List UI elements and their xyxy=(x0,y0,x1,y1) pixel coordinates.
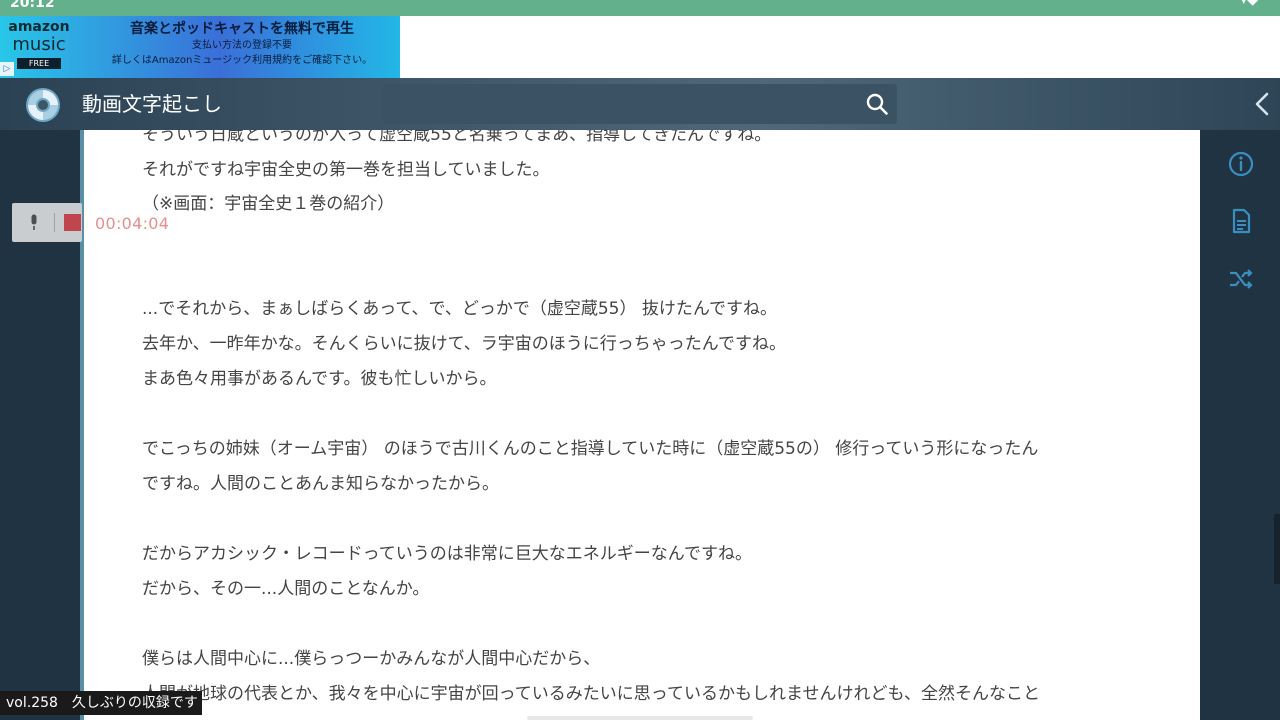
video-caption: vol.258 久しぶりの収録です xyxy=(0,691,202,715)
transcript-line: だからアカシック・レコードっていうのは非常に巨大なエネルギーなんですね。 xyxy=(142,544,752,564)
ad-headline: 音楽とポッドキャストを無料で再生 xyxy=(130,21,354,37)
transcript-line: だから、その一...人間のことなんか。 xyxy=(142,579,430,599)
home-indicator[interactable] xyxy=(527,716,753,720)
recorder-divider xyxy=(54,213,55,232)
transcript-line: でこっちの姉妹（オーム宇宙） のほうで古川くんのこと指導していた時に（虚空蔵55… xyxy=(142,439,1039,459)
stop-icon[interactable] xyxy=(64,214,81,231)
recorder-controls xyxy=(12,203,82,242)
app-bar: 動画文字起こし xyxy=(0,78,1280,130)
document-icon[interactable] xyxy=(1228,208,1254,234)
ad-subtext: 支払い方法の登録不要 xyxy=(192,40,292,51)
transcript-line: まあ色々用事があるんです。彼も忙しいから。 xyxy=(142,369,497,389)
transcript-line: 人間が地球の代表とか、我々を中心に宇宙が回っているみたいに思っているかもしれませ… xyxy=(142,684,1040,704)
scrollbar-thumb[interactable] xyxy=(1274,514,1280,584)
ad-banner[interactable]: amazon music FREE 音楽とポッドキャストを無料で再生 支払い方法… xyxy=(0,16,400,78)
search-icon[interactable] xyxy=(865,92,889,116)
ad-footer: 詳しくはAmazonミュージック利用規約をご確認下さい。 xyxy=(111,55,373,66)
transcript-line: ですね。人間のことあんま知らなかったから。 xyxy=(142,474,499,494)
ad-text: 音楽とポッドキャストを無料で再生 支払い方法の登録不要 詳しくはAmazonミュ… xyxy=(92,20,392,68)
shuffle-icon[interactable] xyxy=(1228,266,1254,292)
right-toolbar xyxy=(1200,130,1280,720)
mic-icon[interactable] xyxy=(28,214,40,231)
search-input[interactable] xyxy=(383,84,897,124)
chevron-left-icon[interactable] xyxy=(1252,90,1274,118)
ad-brand-line1: amazon xyxy=(8,19,70,35)
transcript-line: ...でそれから、まぁしばらくあって、で、どっかで（虚空蔵55） 抜けたんですね… xyxy=(142,299,778,319)
info-icon[interactable] xyxy=(1228,151,1254,177)
ad-choices-icon[interactable]: ▷ xyxy=(0,62,14,76)
app-logo-icon xyxy=(26,88,60,122)
transcript-line: 去年か、一昨年かな。そんくらいに抜けて、ラ宇宙のほうに行っちゃったんですね。 xyxy=(142,334,786,354)
status-time: 20:12 xyxy=(10,0,55,11)
recording-time: 00:04:04 xyxy=(95,214,170,233)
app-title: 動画文字起こし xyxy=(82,92,222,116)
system-status-icons: ▾◆ xyxy=(1240,0,1258,8)
ad-brand-badge: FREE xyxy=(17,58,61,69)
transcript-line: 僕らは人間中心に...僕らっつーかみんなが人間中心だから、 xyxy=(142,649,601,669)
transcript-line: （※画面：宇宙全史１巻の紹介） xyxy=(142,194,395,214)
transcript-panel[interactable]: そういう日蔵というのが入って虚空蔵55と名乗ってまあ、指導してきたんですね。 そ… xyxy=(84,130,1200,720)
transcript-line: そういう日蔵というのが入って虚空蔵55と名乗ってまあ、指導してきたんですね。 xyxy=(142,130,772,145)
ad-row: amazon music FREE 音楽とポッドキャストを無料で再生 支払い方法… xyxy=(0,16,1280,78)
amazon-music-logo: amazon music FREE xyxy=(8,20,70,69)
transcript-line: それがですね宇宙全史の第一巻を担当していました。 xyxy=(142,160,550,180)
ad-brand-line2: music xyxy=(12,34,66,55)
status-bar: 20:12 ▾◆ xyxy=(0,0,1280,16)
